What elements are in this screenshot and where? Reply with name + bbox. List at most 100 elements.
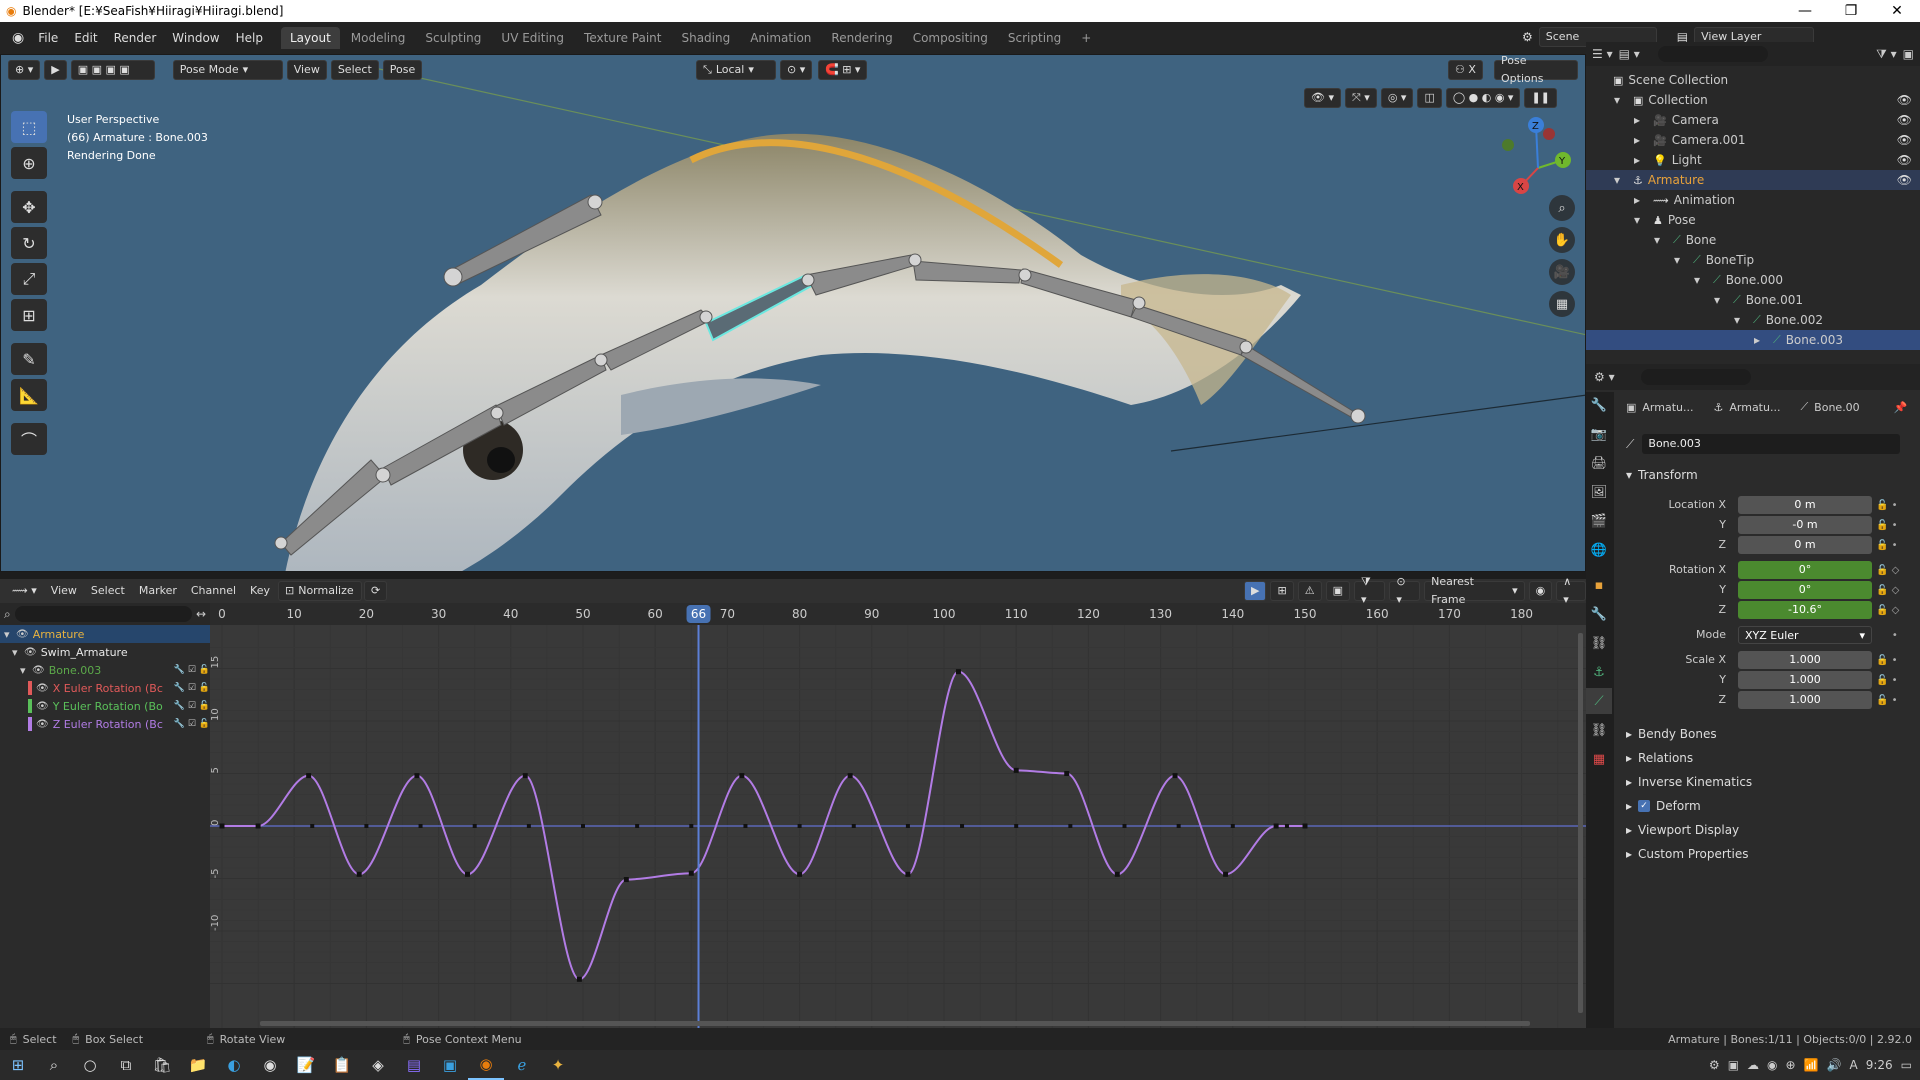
- visibility-eye-icon[interactable]: 👁: [36, 719, 49, 730]
- viewport-menu-select[interactable]: Select: [330, 60, 379, 80]
- expand-chevron-icon[interactable]: ▸: [1634, 133, 1648, 147]
- expand-chevron-icon[interactable]: ▾: [20, 664, 28, 677]
- maximize-button[interactable]: ❐: [1828, 0, 1874, 22]
- new-collection-icon[interactable]: ▣: [1903, 47, 1914, 61]
- close-button[interactable]: ✕: [1874, 0, 1920, 22]
- channel-row[interactable]: 👁 Z Euler Rotation (Bc 🔧 ☑ 🔓: [0, 715, 210, 733]
- channel-lock-icons[interactable]: 🔧 ☑ 🔓: [174, 701, 210, 711]
- keyframe-point[interactable]: [1223, 871, 1229, 877]
- ge-menu-channel[interactable]: Channel: [185, 581, 242, 601]
- tab-compositing[interactable]: Compositing: [904, 27, 997, 49]
- ghost-curves-icon[interactable]: ▣: [1325, 581, 1350, 601]
- app-icon[interactable]: ▤: [396, 1050, 432, 1080]
- outliner-item[interactable]: ▸ 🎥 Camera.001 👁: [1586, 130, 1920, 150]
- graph-editor-type-icon[interactable]: ⟿ ▾: [6, 581, 43, 601]
- visibility-eye-icon[interactable]: 👁: [16, 629, 29, 640]
- app-icon[interactable]: ▣: [432, 1050, 468, 1080]
- outliner-item[interactable]: ▾ ⟋ Bone.001: [1586, 290, 1920, 310]
- expand-chevron-icon[interactable]: ▾: [1634, 213, 1648, 227]
- rotation-mode-dropdown[interactable]: XYZ Euler ▾: [1738, 626, 1872, 644]
- keyframe-point[interactable]: [310, 824, 315, 828]
- keyframe-icon[interactable]: 🔓 ◇: [1876, 601, 1912, 621]
- keyframe-point[interactable]: [689, 824, 694, 828]
- keyframe-point[interactable]: [1068, 824, 1073, 828]
- tab-texture-paint[interactable]: Texture Paint: [575, 27, 670, 49]
- onedrive-icon[interactable]: ☁: [1747, 1058, 1759, 1072]
- expand-chevron-icon[interactable]: ▸: [1634, 113, 1648, 127]
- outliner-item[interactable]: ▾ ⟋ Bone.002: [1586, 310, 1920, 330]
- app-icon[interactable]: ◈: [360, 1050, 396, 1080]
- gizmo-toggle-icon[interactable]: ⤧ ▾: [1344, 88, 1377, 108]
- 3d-viewport[interactable]: Y Z X User Perspective (66) Armature : B…: [0, 54, 1586, 572]
- modifier-tab-icon[interactable]: 🔧: [1586, 601, 1612, 627]
- render-tab-icon[interactable]: 📷: [1586, 421, 1612, 447]
- expand-chevron-icon[interactable]: ▾: [1734, 313, 1748, 327]
- keyframe-point[interactable]: [414, 773, 420, 779]
- keyframe-point[interactable]: [851, 824, 856, 828]
- expand-chevron-icon[interactable]: ▸: [1754, 333, 1768, 347]
- keyframe-point[interactable]: [418, 824, 423, 828]
- scene-tab-icon[interactable]: 🎬: [1586, 508, 1612, 534]
- ge-menu-key[interactable]: Key: [244, 581, 276, 601]
- select-mode-icon[interactable]: ▶: [44, 60, 67, 80]
- camera-view-icon[interactable]: 🎥: [1549, 259, 1575, 285]
- channel-row[interactable]: 👁 Y Euler Rotation (Bo 🔧 ☑ 🔓: [0, 697, 210, 715]
- visibility-eye-icon[interactable]: 👁: [24, 647, 37, 658]
- keyframe-point[interactable]: [1064, 771, 1070, 776]
- channel-row[interactable]: ▾ 👁 Swim_Armature: [0, 643, 210, 661]
- expand-chevron-icon[interactable]: ▾: [12, 646, 20, 659]
- tab-layout[interactable]: Layout: [280, 27, 340, 49]
- swap-filter-icon[interactable]: ↔: [196, 607, 206, 621]
- lock-icon[interactable]: 🔓 •: [1876, 671, 1912, 691]
- cursor-tool-icon[interactable]: ⊕: [11, 147, 47, 179]
- lock-icon[interactable]: 🔓 •: [1876, 536, 1912, 556]
- keyframe-point[interactable]: [1302, 823, 1308, 829]
- keyframe-icon[interactable]: 🔓 ◇: [1876, 581, 1912, 601]
- keyframe-point[interactable]: [522, 773, 528, 779]
- tool-tab-icon[interactable]: 🔧: [1586, 392, 1612, 418]
- scene-icon[interactable]: ⚙: [1522, 30, 1533, 44]
- graph-region[interactable]: 0 10 20 30 40 50 60 70 80 90 100 110 120 130 140 150 160…: [210, 603, 1586, 1028]
- only-selected-icon[interactable]: ▶: [1244, 581, 1267, 601]
- scale-y-field[interactable]: 1.000: [1738, 671, 1872, 689]
- visibility-eye-icon[interactable]: 👁: [1897, 133, 1912, 147]
- keyframe-point[interactable]: [905, 824, 910, 828]
- outliner-item[interactable]: ▾ ▣ Collection 👁: [1586, 90, 1920, 110]
- ge-menu-view[interactable]: View: [45, 581, 83, 601]
- viewport-menu-pose[interactable]: Pose: [382, 60, 423, 80]
- outliner-item[interactable]: ▾ ⟋ Bone.000: [1586, 270, 1920, 290]
- keyframe-point[interactable]: [256, 824, 261, 828]
- auto-normalize-icon[interactable]: ⟳: [364, 581, 388, 601]
- visibility-eye-icon[interactable]: 👁: [36, 701, 49, 712]
- dot-icon[interactable]: •: [1876, 626, 1912, 646]
- rotation-y-field[interactable]: 0°: [1738, 581, 1872, 599]
- menu-help[interactable]: Help: [228, 22, 271, 54]
- keyframe-point[interactable]: [688, 870, 694, 876]
- keyframe-point[interactable]: [1114, 871, 1120, 877]
- tray-icon[interactable]: ⊕: [1786, 1058, 1796, 1072]
- scale-x-field[interactable]: 1.000: [1738, 651, 1872, 669]
- keyframe-point[interactable]: [635, 824, 640, 828]
- lock-icon[interactable]: 🔓 •: [1876, 516, 1912, 536]
- snapping-selector[interactable]: Nearest Frame ▾: [1424, 575, 1525, 606]
- keyframe-point[interactable]: [1284, 824, 1289, 828]
- keyframe-point[interactable]: [576, 976, 582, 982]
- scale-z-field[interactable]: 1.000: [1738, 691, 1872, 709]
- keyframe-point[interactable]: [219, 823, 225, 829]
- display-mode-icon[interactable]: ▤ ▾: [1619, 47, 1640, 61]
- edge-icon[interactable]: ◐: [216, 1050, 252, 1080]
- tray-icon[interactable]: ▣: [1728, 1058, 1739, 1072]
- output-tab-icon[interactable]: 🖨: [1586, 450, 1612, 476]
- graph-canvas[interactable]: 0 10 20 30 40 50 60 70 80 90 100 110 120 130 140 150 160…: [210, 603, 1586, 1028]
- search-icon[interactable]: ⌕: [36, 1050, 72, 1080]
- keyframe-point[interactable]: [1230, 824, 1235, 828]
- ime-icon[interactable]: A: [1849, 1058, 1857, 1072]
- bone-tab-icon[interactable]: ⟋: [1586, 688, 1612, 714]
- blender-menu-icon[interactable]: ◉: [6, 30, 30, 46]
- keyframe-point[interactable]: [797, 824, 802, 828]
- move-tool-icon[interactable]: ✥: [11, 191, 47, 223]
- show-hidden-icon[interactable]: ⊞: [1270, 581, 1294, 601]
- keyframe-point[interactable]: [955, 669, 961, 675]
- minimize-button[interactable]: —: [1782, 0, 1828, 22]
- expand-chevron-icon[interactable]: ▸: [1634, 153, 1648, 167]
